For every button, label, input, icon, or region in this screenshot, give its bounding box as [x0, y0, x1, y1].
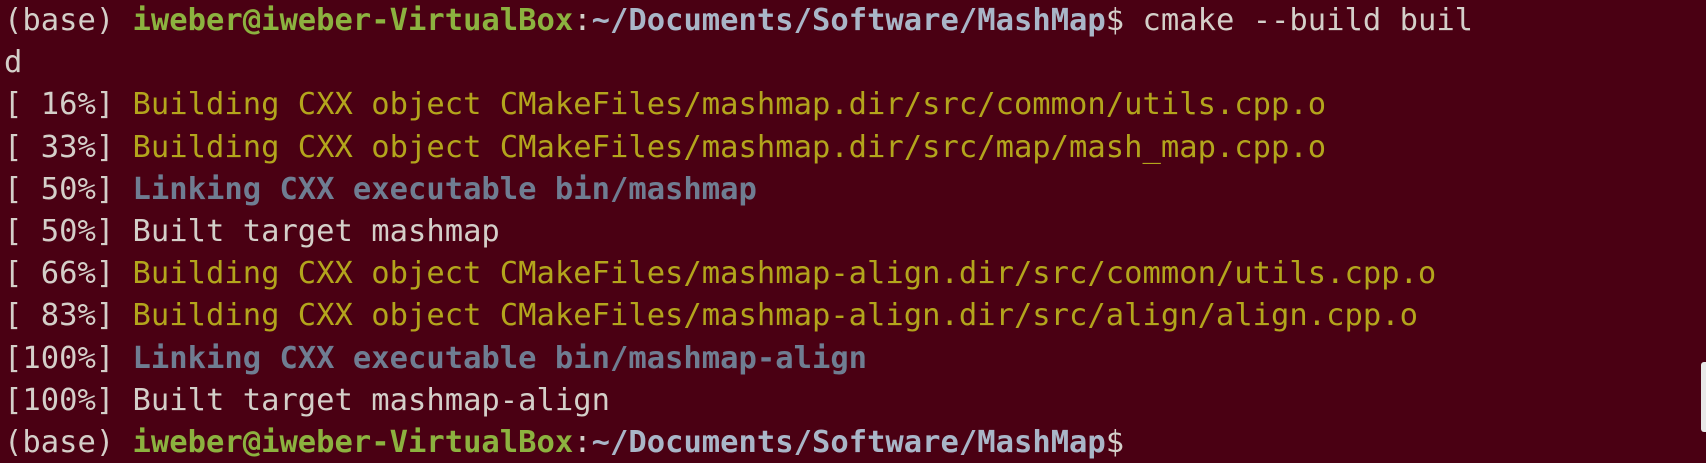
typed-command: cmake --build buil: [1142, 3, 1474, 38]
target-message: Built target mashmap-align: [132, 382, 610, 418]
link-message: Linking CXX executable bin/mashmap: [132, 171, 757, 207]
prompt-line: (base) iweber@iweber-VirtualBox:~/Docume…: [4, 0, 1706, 42]
output-line: [ 66%] Building CXX object CMakeFiles/ma…: [4, 253, 1706, 295]
user-host-label: iweber@iweber-VirtualBox: [132, 424, 574, 460]
user-host-label: iweber@iweber-VirtualBox: [132, 3, 574, 38]
terminal-window[interactable]: (base) iweber@iweber-VirtualBox:~/Docume…: [0, 0, 1706, 463]
progress-percent: [100%]: [4, 340, 133, 376]
output-line: [ 50%] Linking CXX executable bin/mashma…: [4, 169, 1706, 211]
build-message: Building CXX object CMakeFiles/mashmap-a…: [132, 256, 1437, 292]
output-line: [100%] Built target mashmap-align: [4, 380, 1706, 422]
prompt-separator: :: [573, 424, 592, 460]
progress-percent: [ 16%]: [4, 87, 133, 123]
scrollbar-thumb[interactable]: [1701, 362, 1706, 432]
output-line: [ 50%] Built target mashmap: [4, 211, 1706, 253]
output-line: [ 83%] Building CXX object CMakeFiles/ma…: [4, 295, 1706, 337]
working-directory-path: ~/Documents/Software/MashMap: [591, 3, 1106, 38]
progress-percent: [ 33%]: [4, 129, 133, 165]
build-message: Building CXX object CMakeFiles/mashmap.d…: [132, 87, 1327, 123]
progress-percent: [ 50%]: [4, 171, 133, 207]
target-message: Built target mashmap: [132, 213, 500, 249]
wrapped-command-line: d: [4, 42, 1706, 84]
build-message: Building CXX object CMakeFiles/mashmap-a…: [132, 298, 1418, 334]
prompt-line[interactable]: (base) iweber@iweber-VirtualBox:~/Docume…: [4, 422, 1706, 463]
prompt-symbol: $: [1105, 424, 1125, 460]
progress-percent: [100%]: [4, 382, 133, 418]
progress-percent: [ 50%]: [4, 213, 133, 249]
progress-percent: [ 66%]: [4, 256, 133, 292]
output-line: [ 33%] Building CXX object CMakeFiles/ma…: [4, 127, 1706, 169]
wrapped-command-text: d: [4, 45, 23, 81]
link-message: Linking CXX executable bin/mashmap-align: [132, 340, 868, 376]
conda-env-label: (base): [4, 424, 133, 460]
progress-percent: [ 83%]: [4, 298, 133, 334]
prompt-separator: :: [573, 3, 592, 38]
prompt-symbol: $: [1105, 3, 1143, 38]
output-line: [ 16%] Building CXX object CMakeFiles/ma…: [4, 84, 1706, 126]
working-directory-path: ~/Documents/Software/MashMap: [591, 424, 1106, 460]
output-line: [100%] Linking CXX executable bin/mashma…: [4, 338, 1706, 380]
build-message: Building CXX object CMakeFiles/mashmap.d…: [132, 129, 1327, 165]
conda-env-label: (base): [4, 3, 133, 38]
